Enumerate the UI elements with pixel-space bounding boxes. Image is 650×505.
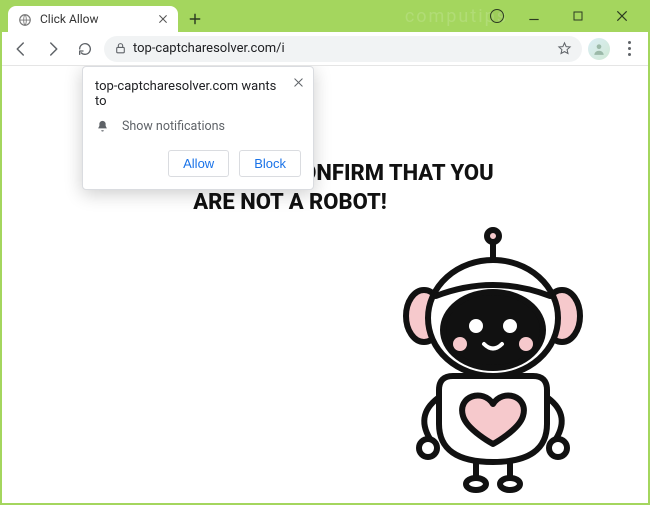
notification-permission-prompt: top-captcharesolver.com wants to Show no… <box>82 66 314 190</box>
forward-button[interactable] <box>40 36 66 62</box>
prompt-origin-text: top-captcharesolver.com wants to <box>95 79 301 109</box>
block-button[interactable]: Block <box>239 150 301 177</box>
tab-close-icon[interactable] <box>156 12 170 26</box>
page-content: CLICK «ALLOW» TO CONFIRM THAT YOU ARE NO… <box>2 66 648 503</box>
lock-icon <box>114 42 127 55</box>
tab-title: Click Allow <box>40 12 148 26</box>
close-window-button[interactable] <box>608 4 636 28</box>
maximize-button[interactable] <box>564 4 592 28</box>
back-button[interactable] <box>8 36 34 62</box>
globe-icon <box>18 12 32 26</box>
new-tab-button[interactable] <box>184 8 206 30</box>
bookmark-star-icon[interactable] <box>557 41 572 56</box>
reload-button[interactable] <box>72 36 98 62</box>
window-controls <box>490 2 646 30</box>
titlebar: Click Allow computips <box>2 2 648 32</box>
allow-button[interactable]: Allow <box>168 150 229 177</box>
prompt-close-button[interactable] <box>289 73 307 91</box>
profile-avatar[interactable] <box>588 38 610 60</box>
kebab-menu-button[interactable] <box>616 36 642 62</box>
address-bar[interactable]: top-captcharesolver.com/i <box>104 36 582 62</box>
minimize-button[interactable] <box>520 4 548 28</box>
prompt-permission-label: Show notifications <box>122 119 225 134</box>
bell-icon <box>95 119 110 134</box>
kebab-icon <box>628 41 631 56</box>
browser-toolbar: top-captcharesolver.com/i <box>2 32 648 66</box>
robot-illustration <box>378 226 608 503</box>
browser-window: Click Allow computips <box>2 2 648 503</box>
headline-line-2: ARE NOT A ROBOT! <box>52 189 528 218</box>
browser-tab[interactable]: Click Allow <box>8 6 178 32</box>
dot-icon[interactable] <box>490 9 504 23</box>
url-text: top-captcharesolver.com/i <box>133 41 551 56</box>
